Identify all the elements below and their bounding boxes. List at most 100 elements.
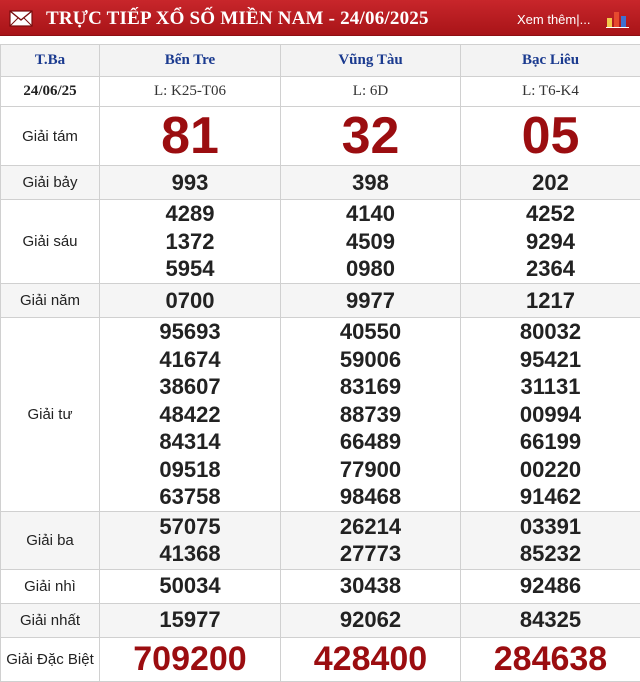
prize-row-giai-dac-biet: Giải Đặc Biệt709200428400284638 <box>1 637 640 681</box>
lottery-number: 284638 <box>461 639 640 679</box>
lottery-number: 709200 <box>100 639 280 679</box>
lottery-number: 30438 <box>281 572 460 600</box>
lottery-number: 4252 <box>461 200 640 228</box>
prize-cell: 0700 <box>100 284 281 318</box>
lottery-number: 27773 <box>281 540 460 568</box>
lottery-number: 38607 <box>100 373 280 401</box>
prize-label: Giải bảy <box>1 166 100 200</box>
prize-cell: 50034 <box>100 569 281 603</box>
prize-cell: 84325 <box>461 603 640 637</box>
prize-label: Giải nhì <box>1 569 100 603</box>
lottery-number: 41368 <box>100 540 280 568</box>
lottery-number: 85232 <box>461 540 640 568</box>
bar-chart-icon[interactable] <box>605 8 631 28</box>
ticket-code-row: 24/06/25 L: K25-T06 L: 6D L: T6-K4 <box>1 77 640 107</box>
page-title: TRỰC TIẾP XỔ SỐ MIỀN NAM - 24/06/2025 <box>46 8 429 30</box>
prize-cell: 92486 <box>461 569 640 603</box>
lottery-number: 5954 <box>100 255 280 283</box>
prize-row-giai-sau: Giải sáu42891372595441404509098042529294… <box>1 200 640 284</box>
prize-row-giai-nhi: Giải nhì500343043892486 <box>1 569 640 603</box>
lottery-number: 63758 <box>100 483 280 511</box>
prize-cell: 428400 <box>281 637 461 681</box>
lottery-number: 31131 <box>461 373 640 401</box>
prize-cell: 414045090980 <box>281 200 461 284</box>
prize-cell: 202 <box>461 166 640 200</box>
lottery-number: 92486 <box>461 572 640 600</box>
ticket-code: L: K25-T06 <box>100 77 281 107</box>
prize-cell: 398 <box>281 166 461 200</box>
prize-cell: 709200 <box>100 637 281 681</box>
lottery-number: 95693 <box>100 318 280 346</box>
day-header: T.Ba <box>1 45 100 77</box>
lottery-number: 81 <box>100 107 280 165</box>
lottery-number: 1217 <box>461 287 640 315</box>
lottery-number: 2364 <box>461 255 640 283</box>
prize-row-giai-tam: Giải tám813205 <box>1 107 640 166</box>
lottery-number: 1372 <box>100 228 280 256</box>
prize-cell: 284638 <box>461 637 640 681</box>
lottery-number: 57075 <box>100 513 280 541</box>
prize-row-giai-ba: Giải ba570754136826214277730339185232 <box>1 511 640 569</box>
prize-cell: 81 <box>100 107 281 166</box>
prize-cell: 05 <box>461 107 640 166</box>
lottery-number: 202 <box>461 169 640 197</box>
prize-cell: 32 <box>281 107 461 166</box>
prize-label: Giải nhất <box>1 603 100 637</box>
prize-row-giai-nhat: Giải nhất159779206284325 <box>1 603 640 637</box>
draw-date: 24/06/25 <box>1 77 100 107</box>
lottery-number: 00994 <box>461 401 640 429</box>
lottery-number: 92062 <box>281 606 460 634</box>
prize-cell: 9977 <box>281 284 461 318</box>
prize-cell: 30438 <box>281 569 461 603</box>
lottery-number: 48422 <box>100 401 280 429</box>
prize-row-giai-bay: Giải bảy993398202 <box>1 166 640 200</box>
lottery-number: 9294 <box>461 228 640 256</box>
province-name[interactable]: Bạc Liêu <box>461 45 640 77</box>
lottery-number: 4509 <box>281 228 460 256</box>
lottery-number: 66199 <box>461 428 640 456</box>
lottery-number: 59006 <box>281 346 460 374</box>
lottery-number: 91462 <box>461 483 640 511</box>
lottery-number: 15977 <box>100 606 280 634</box>
ticket-code: L: 6D <box>281 77 461 107</box>
see-more-link[interactable]: Xem thêm|... <box>517 12 590 27</box>
lottery-number: 84325 <box>461 606 640 634</box>
page-header: TRỰC TIẾP XỔ SỐ MIỀN NAM - 24/06/2025 Xe… <box>0 0 640 36</box>
lottery-number: 428400 <box>281 639 460 679</box>
lottery-number: 77900 <box>281 456 460 484</box>
lottery-number: 95421 <box>461 346 640 374</box>
prize-cell: 15977 <box>100 603 281 637</box>
prize-row-giai-tu: Giải tư956934167438607484228431409518637… <box>1 318 640 512</box>
prize-cell: 2621427773 <box>281 511 461 569</box>
prize-cell: 40550590068316988739664897790098468 <box>281 318 461 512</box>
results-table: T.Ba Bến Tre Vũng Tàu Bạc Liêu 24/06/25 … <box>0 44 640 682</box>
province-header-row: T.Ba Bến Tre Vũng Tàu Bạc Liêu <box>1 45 640 77</box>
lottery-number: 993 <box>100 169 280 197</box>
lottery-number: 32 <box>281 107 460 165</box>
prize-label: Giải ba <box>1 511 100 569</box>
lottery-number: 398 <box>281 169 460 197</box>
ticket-code: L: T6-K4 <box>461 77 640 107</box>
lottery-number: 80032 <box>461 318 640 346</box>
prize-cell: 95693416743860748422843140951863758 <box>100 318 281 512</box>
prize-label: Giải sáu <box>1 200 100 284</box>
province-name[interactable]: Bến Tre <box>100 45 281 77</box>
prize-cell: 92062 <box>281 603 461 637</box>
lottery-number: 40550 <box>281 318 460 346</box>
prize-cell: 5707541368 <box>100 511 281 569</box>
province-name[interactable]: Vũng Tàu <box>281 45 461 77</box>
lottery-number: 41674 <box>100 346 280 374</box>
prize-cell: 425292942364 <box>461 200 640 284</box>
lottery-number: 66489 <box>281 428 460 456</box>
lottery-number: 88739 <box>281 401 460 429</box>
lottery-number: 50034 <box>100 572 280 600</box>
lottery-number: 9977 <box>281 287 460 315</box>
prize-cell: 80032954213113100994661990022091462 <box>461 318 640 512</box>
prize-cell: 993 <box>100 166 281 200</box>
lottery-number: 05 <box>461 107 640 165</box>
lottery-number: 84314 <box>100 428 280 456</box>
prize-label: Giải năm <box>1 284 100 318</box>
lottery-number: 00220 <box>461 456 640 484</box>
lottery-number: 98468 <box>281 483 460 511</box>
lottery-number: 4289 <box>100 200 280 228</box>
